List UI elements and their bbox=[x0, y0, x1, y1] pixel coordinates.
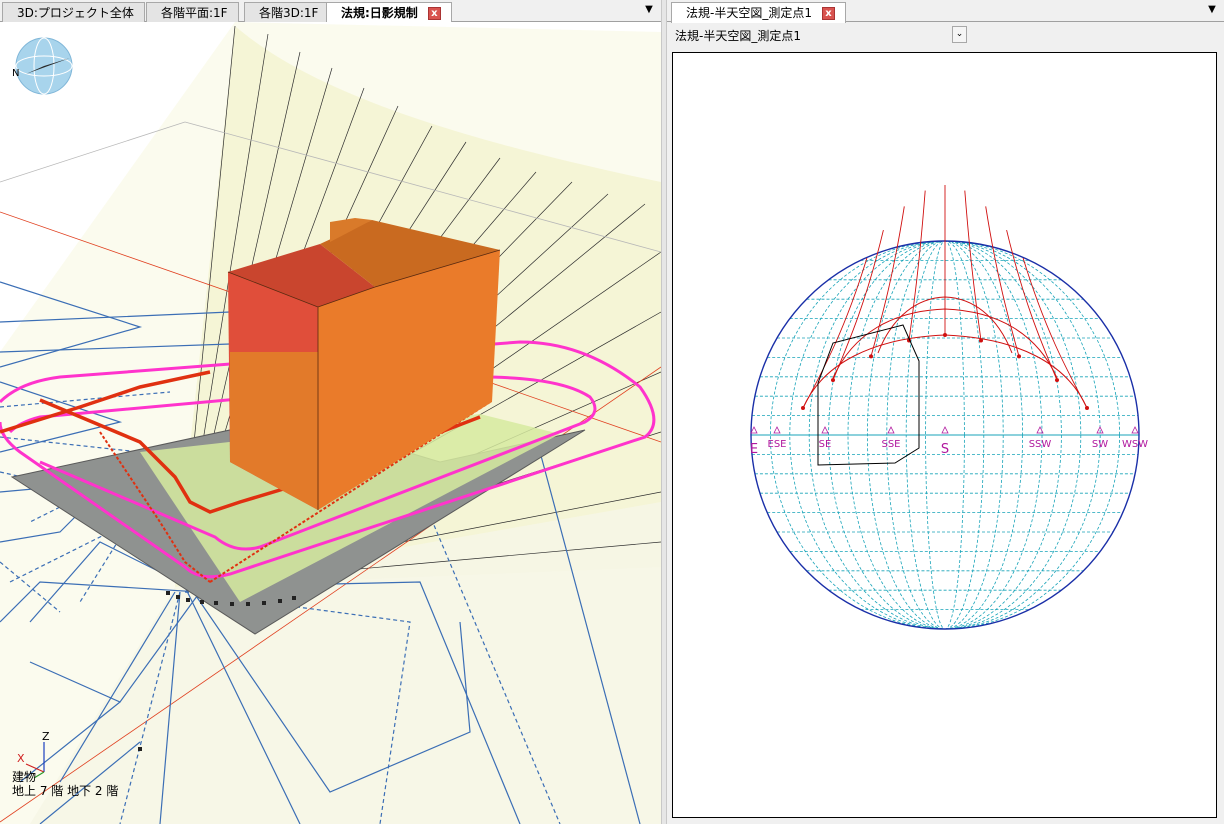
dropdown-value: 法規-半天空図_測定点1 bbox=[675, 29, 801, 43]
sun-position-marker bbox=[1085, 406, 1089, 410]
axis-x-label: X bbox=[17, 752, 25, 765]
direction-label: WSW bbox=[1122, 439, 1148, 450]
right-tabbar: 法規-半天空図_測定点1 x ▼ bbox=[667, 0, 1224, 23]
left-tabbar: 3D:プロジェクト全体 各階平面:1F 各階3D:1F 法規:日影規制 x ▼ bbox=[0, 0, 661, 23]
hemisphere-sky-map: E ESE SE SSE S SSW SW WSW bbox=[750, 185, 1148, 630]
direction-tick-icon bbox=[773, 426, 781, 434]
direction-label: E bbox=[750, 442, 758, 457]
sun-path-arc bbox=[802, 334, 1088, 409]
direction-tick-icon bbox=[1131, 426, 1139, 434]
tab-list-menu-icon[interactable]: ▼ bbox=[643, 4, 655, 15]
compass-icon[interactable]: N bbox=[12, 36, 74, 96]
sun-position-marker bbox=[1055, 378, 1059, 383]
north-label: N bbox=[12, 68, 20, 79]
building-info: 建物 地上 7 階 地下 2 階 bbox=[12, 770, 118, 798]
right-view-pane: 法規-半天空図_測定点1 x ▼ 法規-半天空図_測定点1 ⌄ E ESE SE SSE… bbox=[667, 0, 1224, 824]
tab-label: 各階平面:1F bbox=[161, 6, 228, 20]
direction-tick-icon bbox=[887, 426, 895, 434]
sun-position-marker bbox=[831, 378, 835, 383]
tab-sky-map[interactable]: 法規-半天空図_測定点1 x bbox=[671, 2, 846, 23]
direction-label: ESE bbox=[768, 439, 787, 450]
obstruction-outline bbox=[817, 324, 920, 466]
sun-position-marker bbox=[979, 338, 983, 343]
tab-label: 法規:日影規制 bbox=[341, 6, 418, 20]
direction-tick-icon bbox=[750, 426, 758, 434]
tab-shadow-regulation[interactable]: 法規:日影規制 x bbox=[326, 2, 452, 23]
tab-3d-project[interactable]: 3D:プロジェクト全体 bbox=[2, 2, 145, 22]
info-floors: 地上 7 階 地下 2 階 bbox=[12, 784, 119, 798]
close-icon[interactable]: x bbox=[821, 7, 835, 20]
sun-position-marker bbox=[943, 333, 947, 337]
sun-position-marker bbox=[869, 354, 873, 359]
sun-hour-line bbox=[1022, 257, 1088, 409]
sun-position-marker bbox=[801, 406, 805, 410]
direction-label: SSE bbox=[881, 439, 900, 450]
direction-tick-icon bbox=[941, 426, 949, 434]
tab-label: 3D:プロジェクト全体 bbox=[17, 6, 134, 20]
shadow-regulation-scene bbox=[0, 22, 661, 824]
tab-floor-3d[interactable]: 各階3D:1F bbox=[244, 2, 330, 22]
3d-viewport[interactable]: N Z X 建物 地上 7 階 地下 2 階 bbox=[0, 22, 661, 824]
sky-map-selector[interactable]: 法規-半天空図_測定点1 ⌄ bbox=[667, 22, 1224, 48]
sun-position-marker bbox=[1017, 354, 1021, 359]
direction-label: S bbox=[941, 442, 949, 457]
tab-floor-plan[interactable]: 各階平面:1F bbox=[146, 2, 239, 22]
tab-label: 法規-半天空図_測定点1 bbox=[686, 6, 812, 20]
chevron-down-icon[interactable]: ⌄ bbox=[952, 26, 967, 43]
sun-hour-line bbox=[908, 190, 926, 341]
sky-map-canvas: E ESE SE SSE S SSW SW WSW bbox=[672, 52, 1217, 818]
tab-list-menu-icon[interactable]: ▼ bbox=[1206, 4, 1218, 15]
axis-z-label: Z bbox=[42, 730, 50, 743]
close-icon[interactable]: x bbox=[427, 7, 441, 20]
direction-tick-icon bbox=[821, 426, 829, 434]
left-view-pane: 3D:プロジェクト全体 各階平面:1F 各階3D:1F 法規:日影規制 x ▼ bbox=[0, 0, 661, 824]
direction-label: SW bbox=[1092, 439, 1108, 450]
direction-label: SSW bbox=[1029, 439, 1052, 450]
direction-label: SE bbox=[819, 439, 832, 450]
tab-label: 各階3D:1F bbox=[259, 6, 319, 20]
info-title: 建物 bbox=[12, 770, 37, 784]
